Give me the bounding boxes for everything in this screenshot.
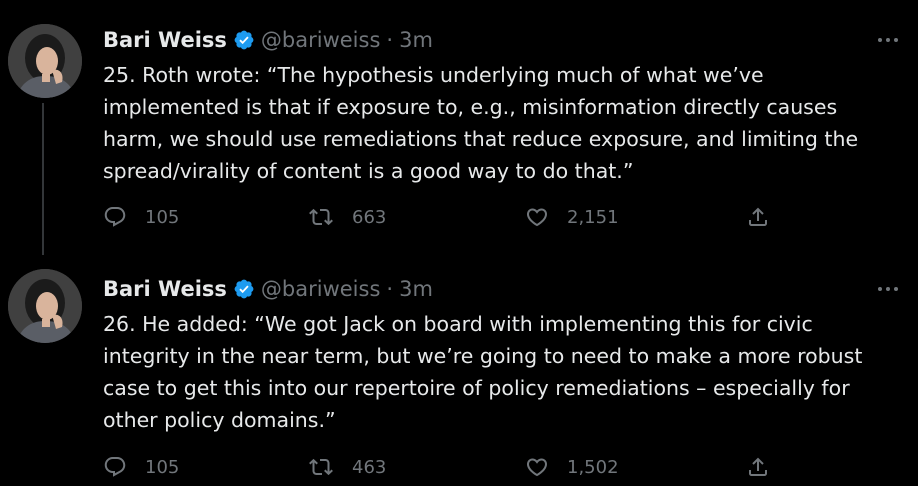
like-button[interactable]: 1,502: [525, 452, 619, 482]
thread-connector-line: [42, 103, 44, 255]
reply-count: 105: [145, 206, 180, 228]
heart-icon: [526, 458, 548, 477]
more-options-icon[interactable]: [874, 28, 902, 52]
retweet-icon: [309, 208, 333, 226]
verified-badge-icon: [233, 29, 255, 51]
separator-dot: ·: [386, 28, 394, 52]
avatar[interactable]: [8, 269, 82, 343]
retweet-icon: [309, 458, 333, 476]
timestamp[interactable]: 3m: [399, 28, 433, 52]
share-icon: [749, 457, 767, 476]
retweet-button[interactable]: 663: [308, 202, 386, 232]
reply-button[interactable]: 105: [103, 452, 179, 482]
tweet-header: Bari Weiss @bariweiss · 3m: [103, 26, 433, 54]
avatar-image: [8, 269, 82, 343]
avatar[interactable]: [8, 24, 82, 98]
tweet-header: Bari Weiss @bariweiss · 3m: [103, 275, 433, 303]
retweet-count: 463: [352, 456, 387, 478]
display-name[interactable]: Bari Weiss: [103, 28, 227, 52]
retweet-count: 663: [352, 206, 387, 228]
reply-icon: [104, 207, 126, 227]
retweet-button[interactable]: 463: [308, 452, 386, 482]
verified-badge-icon: [233, 278, 255, 300]
tweet-actions: 105 463 1,502: [103, 452, 783, 482]
like-count: 1,502: [567, 456, 619, 478]
share-button[interactable]: [746, 202, 770, 232]
share-button[interactable]: [746, 452, 770, 482]
tweet-text: 25. Roth wrote: “The hypothesis underlyi…: [103, 63, 859, 183]
tweet-actions: 105 663 2,151: [103, 202, 783, 232]
like-button[interactable]: 2,151: [525, 202, 619, 232]
like-count: 2,151: [567, 206, 619, 228]
reply-icon: [104, 457, 126, 477]
reply-count: 105: [145, 456, 180, 478]
avatar-image: [8, 24, 82, 98]
user-handle[interactable]: @bariweiss: [261, 277, 380, 301]
reply-button[interactable]: 105: [103, 202, 179, 232]
timestamp[interactable]: 3m: [399, 277, 433, 301]
tweet-text: 26. He added: “We got Jack on board with…: [103, 312, 863, 432]
user-handle[interactable]: @bariweiss: [261, 28, 380, 52]
more-options-icon[interactable]: [874, 277, 902, 301]
separator-dot: ·: [386, 277, 394, 301]
display-name[interactable]: Bari Weiss: [103, 277, 227, 301]
heart-icon: [526, 208, 548, 227]
share-icon: [749, 207, 767, 226]
